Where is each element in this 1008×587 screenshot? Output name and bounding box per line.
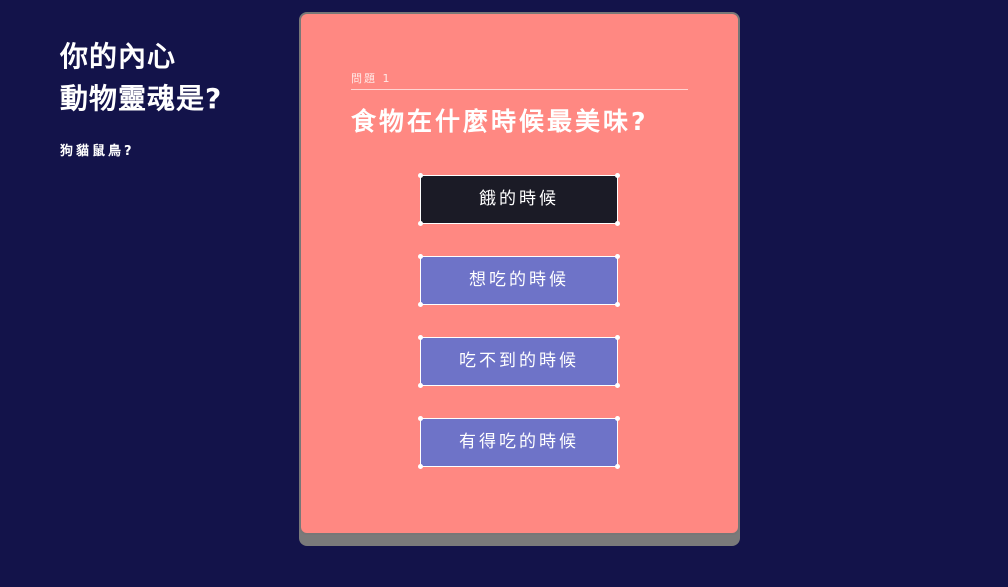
question-number-label: 問題 1 bbox=[351, 70, 688, 90]
page-subtitle: 狗貓鼠鳥? bbox=[60, 144, 135, 159]
question-text: 食物在什麼時候最美味? bbox=[351, 107, 649, 136]
selection-handle bbox=[615, 302, 620, 307]
selection-handle bbox=[615, 464, 620, 469]
selection-handle bbox=[615, 335, 620, 340]
selection-handle bbox=[418, 173, 423, 178]
answer-option-label: 餓的時候 bbox=[479, 189, 559, 209]
answer-option-label: 吃不到的時候 bbox=[459, 351, 579, 371]
selection-handle bbox=[418, 464, 423, 469]
selection-handle bbox=[615, 221, 620, 226]
selection-handle bbox=[418, 302, 423, 307]
selection-handle bbox=[418, 221, 423, 226]
answer-option-3[interactable]: 吃不到的時候 bbox=[418, 335, 620, 388]
selection-handle bbox=[418, 335, 423, 340]
answer-option-label: 想吃的時候 bbox=[469, 270, 569, 290]
selection-handle bbox=[615, 383, 620, 388]
answer-option-1[interactable]: 餓的時候 bbox=[418, 173, 620, 226]
answer-option-label: 有得吃的時候 bbox=[459, 432, 579, 452]
answer-option-4[interactable]: 有得吃的時候 bbox=[418, 416, 620, 469]
selection-handle bbox=[615, 173, 620, 178]
selection-handle bbox=[615, 254, 620, 259]
quiz-card: 問題 1 食物在什麼時候最美味? 餓的時候 想吃的時候 吃不到的時候 有得吃的時… bbox=[299, 12, 740, 535]
page-title: 你的內心 動物靈魂是? bbox=[60, 36, 222, 120]
selection-handle bbox=[615, 416, 620, 421]
answer-option-2[interactable]: 想吃的時候 bbox=[418, 254, 620, 307]
selection-handle bbox=[418, 416, 423, 421]
page-title-line-2: 動物靈魂是? bbox=[60, 82, 223, 115]
quiz-page: 你的內心 動物靈魂是? 狗貓鼠鳥? 問題 1 食物在什麼時候最美味? 餓的時候 … bbox=[0, 0, 1008, 587]
selection-handle bbox=[418, 254, 423, 259]
selection-handle bbox=[418, 383, 423, 388]
page-title-line-1: 你的內心 bbox=[60, 40, 177, 73]
